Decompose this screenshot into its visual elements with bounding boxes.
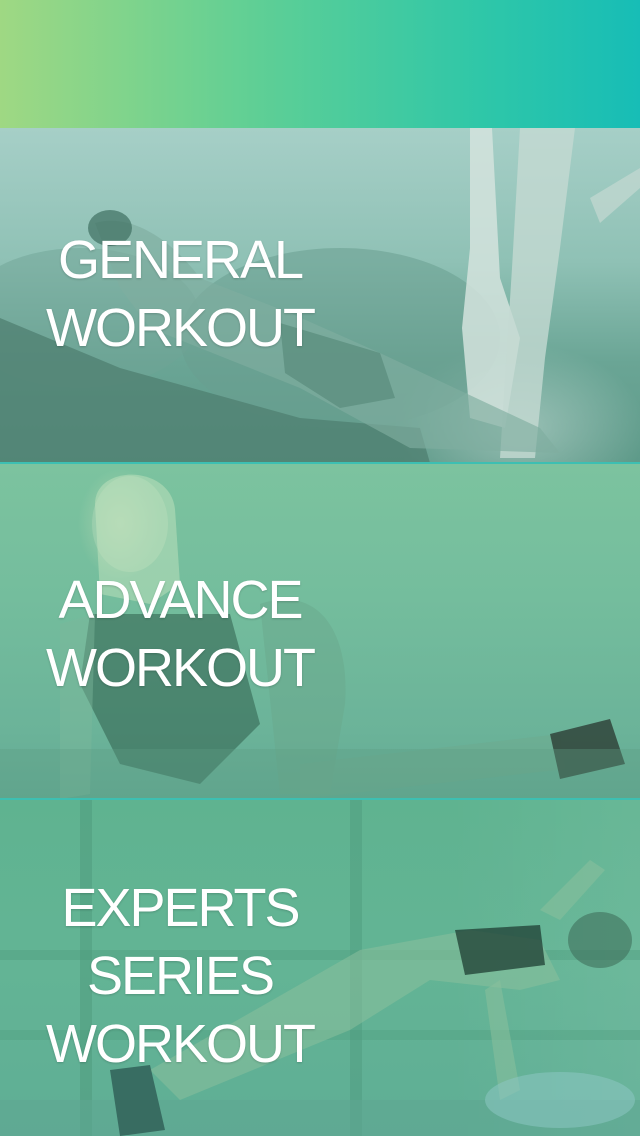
top-header-bar (0, 0, 640, 128)
experts-series-workout-line-1: EXPERTS (61, 878, 300, 938)
experts-series-workout-card[interactable]: EXPERTS SERIES WORKOUT (0, 800, 640, 1136)
experts-series-workout-line-3: WORKOUT (46, 1014, 316, 1074)
advance-workout-line-1: ADVANCE (58, 570, 303, 630)
advance-workout-line-2: WORKOUT (46, 638, 316, 698)
experts-series-workout-title: EXPERTS SERIES WORKOUT (0, 874, 360, 1078)
general-workout-line-1: GENERAL (57, 230, 304, 290)
general-workout-card[interactable]: GENERAL WORKOUT (0, 128, 640, 463)
experts-series-workout-line-2: SERIES (86, 946, 275, 1006)
general-workout-title: GENERAL WORKOUT (0, 226, 360, 362)
advance-workout-card[interactable]: ADVANCE WORKOUT (0, 464, 640, 799)
advance-workout-title: ADVANCE WORKOUT (0, 566, 360, 702)
general-workout-line-2: WORKOUT (46, 298, 316, 358)
